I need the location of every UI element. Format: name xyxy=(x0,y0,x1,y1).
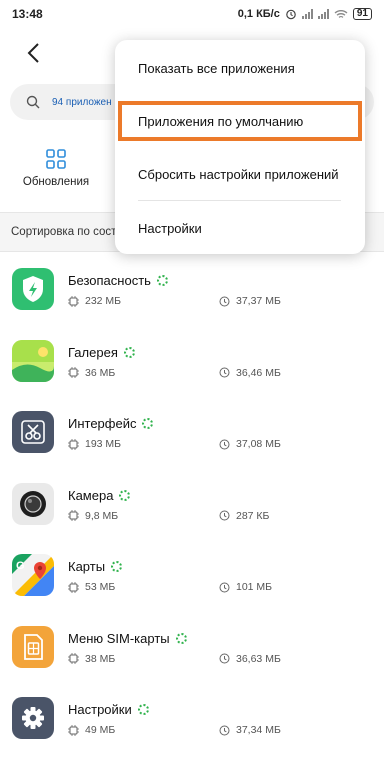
clock-icon xyxy=(219,653,230,664)
app-cache: 36,46 МБ xyxy=(236,366,281,379)
list-item[interactable]: Интерфейс 193 МБ 37,08 МБ xyxy=(0,399,384,471)
chip-icon xyxy=(68,724,79,736)
back-arrow-icon xyxy=(27,43,39,63)
network-speed: 0,1 КБ/с xyxy=(237,8,280,20)
list-item[interactable]: Камера 9,8 МБ 287 КБ xyxy=(0,471,384,543)
camera-icon xyxy=(12,482,54,525)
search-icon xyxy=(26,95,40,109)
chip-icon xyxy=(68,653,79,664)
list-item[interactable]: Меню SIM-карты 38 МБ 36,63 МБ xyxy=(0,614,384,686)
maps-icon: G xyxy=(12,554,54,596)
app-size: 232 МБ xyxy=(85,295,122,307)
app-name: Карты xyxy=(68,559,106,574)
loading-spinner-icon xyxy=(119,489,131,501)
updates-label: Обновления xyxy=(22,176,90,188)
back-button[interactable] xyxy=(22,40,44,66)
list-item[interactable]: G Карты 53 МБ 101 МБ xyxy=(0,542,384,614)
alarm-icon xyxy=(286,9,296,20)
app-cache: 37,34 МБ xyxy=(236,724,281,736)
highlight-frame xyxy=(118,101,362,141)
clock-icon xyxy=(219,582,230,592)
list-item[interactable]: Безопасность 232 МБ 37,37 МБ xyxy=(0,256,384,328)
list-item[interactable]: Галерея 36 МБ 36,46 МБ xyxy=(0,328,384,400)
app-name: Камера xyxy=(68,487,114,503)
app-size: 38 МБ xyxy=(85,652,116,665)
app-name: Настройки xyxy=(68,702,132,717)
app-size: 36 МБ xyxy=(85,366,116,379)
app-cache: 101 МБ xyxy=(236,581,273,593)
loading-spinner-icon xyxy=(123,346,135,358)
app-cache: 287 КБ xyxy=(236,509,270,522)
chip-icon xyxy=(68,438,79,450)
menu-item-settings[interactable]: Настройки xyxy=(115,208,365,248)
updates-grid-icon xyxy=(46,149,66,169)
clock-icon xyxy=(219,510,230,521)
gallery-icon xyxy=(12,339,54,382)
settings-gear-icon xyxy=(12,697,54,739)
sim-card-icon xyxy=(12,625,54,668)
loading-spinner-icon xyxy=(142,418,154,429)
app-size: 9,8 МБ xyxy=(85,509,119,522)
list-item[interactable]: Настройки 49 МБ 37,34 МБ xyxy=(0,685,384,757)
battery-indicator: 91 xyxy=(352,8,372,20)
clock-icon xyxy=(219,367,230,378)
app-name: Интерфейс xyxy=(68,416,137,431)
app-list: Безопасность 232 МБ 37,37 МБ Галерея 36 … xyxy=(0,256,384,757)
app-name: Безопасность xyxy=(68,273,151,288)
loading-spinner-icon xyxy=(111,561,123,572)
app-size: 49 МБ xyxy=(85,724,116,736)
loading-spinner-icon xyxy=(175,632,187,644)
app-size: 193 МБ xyxy=(85,438,122,450)
signal-icon xyxy=(301,9,313,19)
status-bar: 13:48 0,1 КБ/с 91 xyxy=(0,0,384,28)
chip-icon xyxy=(68,581,79,593)
clock-icon xyxy=(219,439,230,449)
app-name: Галерея xyxy=(68,344,118,360)
menu-item-reset-app-settings[interactable]: Сбросить настройки приложений xyxy=(115,154,365,194)
scissors-icon xyxy=(12,411,54,453)
chip-icon xyxy=(68,295,79,307)
clock-icon xyxy=(219,296,230,306)
app-size: 53 МБ xyxy=(85,581,116,593)
app-cache: 37,08 МБ xyxy=(236,438,281,450)
shield-icon xyxy=(12,268,54,310)
chip-icon xyxy=(68,510,79,521)
loading-spinner-icon xyxy=(156,275,168,286)
menu-item-show-all-apps[interactable]: Показать все приложения xyxy=(115,48,365,88)
search-placeholder: 94 приложен xyxy=(52,96,112,108)
menu-divider xyxy=(138,200,341,201)
status-time: 13:48 xyxy=(12,7,43,21)
updates-shortcut[interactable]: Обновления xyxy=(18,148,94,188)
wifi-icon xyxy=(334,9,348,18)
loading-spinner-icon xyxy=(137,704,149,715)
chip-icon xyxy=(68,367,79,378)
clock-icon xyxy=(219,725,230,735)
overflow-menu: Показать все приложения Приложения по ум… xyxy=(115,40,365,254)
app-cache: 37,37 МБ xyxy=(236,295,281,307)
app-name: Меню SIM-карты xyxy=(68,630,170,646)
signal-icon xyxy=(317,9,329,19)
sort-label: Сортировка по сост xyxy=(11,226,117,238)
svg-text:G: G xyxy=(16,560,25,572)
app-cache: 36,63 МБ xyxy=(236,652,281,665)
